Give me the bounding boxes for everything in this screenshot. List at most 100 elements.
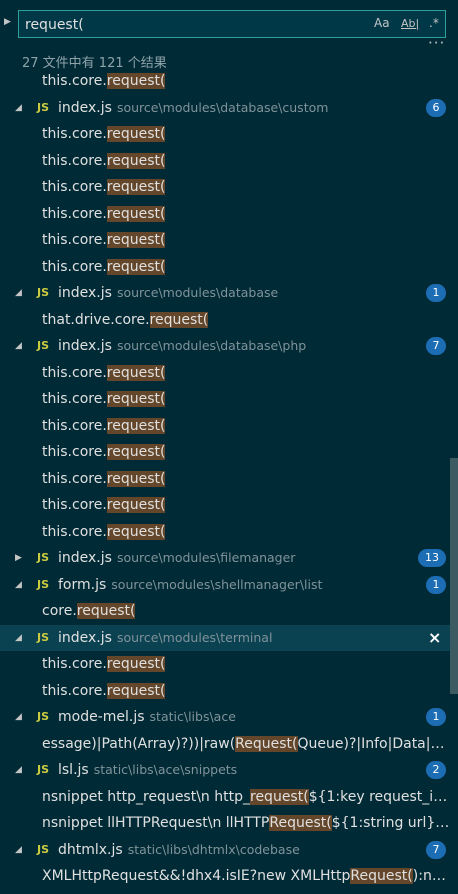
file-row[interactable]: ◢ JS index.js source\modules\database\php 7 xyxy=(0,333,450,359)
match-text: this.core.request( xyxy=(42,678,450,704)
chevron-down-icon[interactable]: ◢ xyxy=(15,280,22,306)
match-text: XMLHttpRequest&&!dhx4.isIE?new XMLHttpRe… xyxy=(42,863,450,889)
match-prefix: this.core. xyxy=(42,524,107,540)
match-highlight: Request( xyxy=(235,736,298,752)
match-row[interactable]: this.core.request( xyxy=(0,121,450,147)
match-highlight: request( xyxy=(106,444,166,460)
match-suffix: ${1:string url},... xyxy=(331,815,450,831)
match-text: this.core.request( xyxy=(42,413,450,439)
match-prefix: this.core. xyxy=(42,418,107,434)
match-row[interactable]: this.core.request( xyxy=(0,413,450,439)
match-count-badge: 6 xyxy=(426,99,446,117)
file-path: source\modules\database xyxy=(116,285,279,300)
more-options-icon[interactable]: ··· xyxy=(428,34,445,52)
match-highlight: request( xyxy=(106,259,166,275)
use-regex-icon[interactable]: .* xyxy=(429,16,439,30)
chevron-down-icon[interactable]: ◢ xyxy=(15,837,22,863)
file-path: source\modules\terminal xyxy=(116,630,273,645)
match-row[interactable]: nsnippet http_request\n http_request(${1… xyxy=(0,784,450,810)
js-file-icon: JS xyxy=(37,710,50,723)
match-prefix: this.core. xyxy=(42,259,107,275)
file-path: static\libs\dhtmlx\codebase xyxy=(127,842,300,857)
chevron-down-icon[interactable]: ◢ xyxy=(15,757,22,783)
chevron-down-icon[interactable]: ◢ xyxy=(15,95,22,121)
js-file-icon: JS xyxy=(37,101,50,114)
match-row[interactable]: this.core.request( xyxy=(0,519,450,545)
match-prefix: this.core. xyxy=(42,232,107,248)
match-row[interactable]: this.core.request( xyxy=(0,651,450,677)
match-highlight: request( xyxy=(106,126,166,142)
file-name: index.js source\modules\terminal xyxy=(58,630,273,646)
match-text: this.core.request( xyxy=(42,466,450,492)
js-file-icon: JS xyxy=(37,339,50,352)
match-row[interactable]: that.drive.core.request( xyxy=(0,307,450,333)
match-prefix: this.core. xyxy=(42,126,107,142)
dismiss-result-icon[interactable]: × xyxy=(428,625,441,651)
match-row[interactable]: this.core.request( xyxy=(0,201,450,227)
match-row[interactable]: this.core.request( xyxy=(0,386,450,412)
file-row[interactable]: ▶ JS index.js source\modules\filemanager 13 xyxy=(0,545,450,571)
match-text: nsnippet http_request\n http_request(${1… xyxy=(42,784,450,810)
match-row[interactable]: this.core.request( xyxy=(0,439,450,465)
scrollbar-thumb[interactable] xyxy=(450,458,458,694)
match-row[interactable]: this.core.request( xyxy=(0,678,450,704)
match-whole-word-icon[interactable]: Ab| xyxy=(401,17,419,30)
match-case-icon[interactable]: Aa xyxy=(374,16,390,30)
js-file-icon: JS xyxy=(37,578,50,591)
match-prefix: XMLHttpRequest&&!dhx4.isIE?new XMLHttp xyxy=(42,868,351,884)
chevron-right-icon[interactable]: ▶ xyxy=(15,545,22,571)
match-row[interactable]: nsnippet llHTTPRequest\n llHTTPRequest($… xyxy=(0,810,450,836)
match-prefix: that.drive.core. xyxy=(42,312,150,328)
file-path: static\libs\ace\snippets xyxy=(93,762,238,777)
match-highlight: request( xyxy=(106,153,166,169)
file-row[interactable]: ◢ JS index.js source\modules\terminal × xyxy=(0,625,450,651)
chevron-down-icon[interactable]: ◢ xyxy=(15,333,22,359)
match-text: this.core.request( xyxy=(42,68,450,94)
file-row[interactable]: ◢ JS lsl.js static\libs\ace\snippets 2 xyxy=(0,757,450,783)
match-prefix: this.core. xyxy=(42,365,107,381)
match-row[interactable]: XMLHttpRequest&&!dhx4.isIE?new XMLHttpRe… xyxy=(0,863,450,889)
file-name: index.js source\modules\filemanager xyxy=(58,550,296,566)
match-row[interactable]: this.core.request( xyxy=(0,466,450,492)
match-prefix: this.core. xyxy=(42,179,107,195)
chevron-down-icon[interactable]: ◢ xyxy=(15,572,22,598)
file-name: index.js source\modules\database xyxy=(58,285,279,301)
chevron-down-icon[interactable]: ◢ xyxy=(15,704,22,730)
match-text: this.core.request( xyxy=(42,254,450,280)
match-text: this.core.request( xyxy=(42,121,450,147)
match-row[interactable]: this.core.request( xyxy=(0,492,450,518)
match-text: this.core.request( xyxy=(42,174,450,200)
match-row[interactable]: this.core.request( xyxy=(0,360,450,386)
match-highlight: request( xyxy=(106,179,166,195)
match-prefix: core. xyxy=(42,603,77,619)
match-highlight: request( xyxy=(106,365,166,381)
match-row[interactable]: this.core.request( xyxy=(0,68,450,94)
match-text: essage)|Path(Array)?))|raw(Request(Queue… xyxy=(42,731,450,757)
match-row[interactable]: this.core.request( xyxy=(0,148,450,174)
match-suffix: ${1:key request_id}, $... xyxy=(308,789,450,805)
file-row[interactable]: ◢ JS dhtmlx.js static\libs\dhtmlx\codebase 7 xyxy=(0,837,450,863)
file-row[interactable]: ◢ JS form.js source\modules\shellmanager\li… xyxy=(0,572,450,598)
match-count-badge: 13 xyxy=(418,549,446,567)
match-highlight: request( xyxy=(250,789,309,805)
file-row[interactable]: ◢ JS mode-mel.js static\libs\ace 1 xyxy=(0,704,450,730)
file-row[interactable]: ◢ JS index.js source\modules\database 1 xyxy=(0,280,450,306)
chevron-down-icon[interactable]: ◢ xyxy=(15,625,22,651)
file-path: source\modules\filemanager xyxy=(116,550,296,565)
replace-toggle-icon[interactable]: ▶ xyxy=(4,17,11,27)
match-count-badge: 7 xyxy=(426,337,446,355)
match-row[interactable]: core.request( xyxy=(0,598,450,624)
match-highlight: Request( xyxy=(350,868,413,884)
js-file-icon: JS xyxy=(37,763,50,776)
match-row[interactable]: this.core.request( xyxy=(0,227,450,253)
search-input[interactable] xyxy=(25,15,365,35)
match-prefix: this.core. xyxy=(42,497,107,513)
match-row[interactable]: essage)|Path(Array)?))|raw(Request(Queue… xyxy=(0,731,450,757)
file-name: lsl.js static\libs\ace\snippets xyxy=(58,762,238,778)
file-row[interactable]: ◢ JS index.js source\modules\database\custo… xyxy=(0,95,450,121)
match-highlight: request( xyxy=(106,497,166,513)
match-text: nsnippet llHTTPRequest\n llHTTPRequest($… xyxy=(42,810,450,836)
match-row[interactable]: this.core.request( xyxy=(0,174,450,200)
match-row[interactable]: this.core.request( xyxy=(0,254,450,280)
file-name: index.js source\modules\database\custom xyxy=(58,100,329,116)
